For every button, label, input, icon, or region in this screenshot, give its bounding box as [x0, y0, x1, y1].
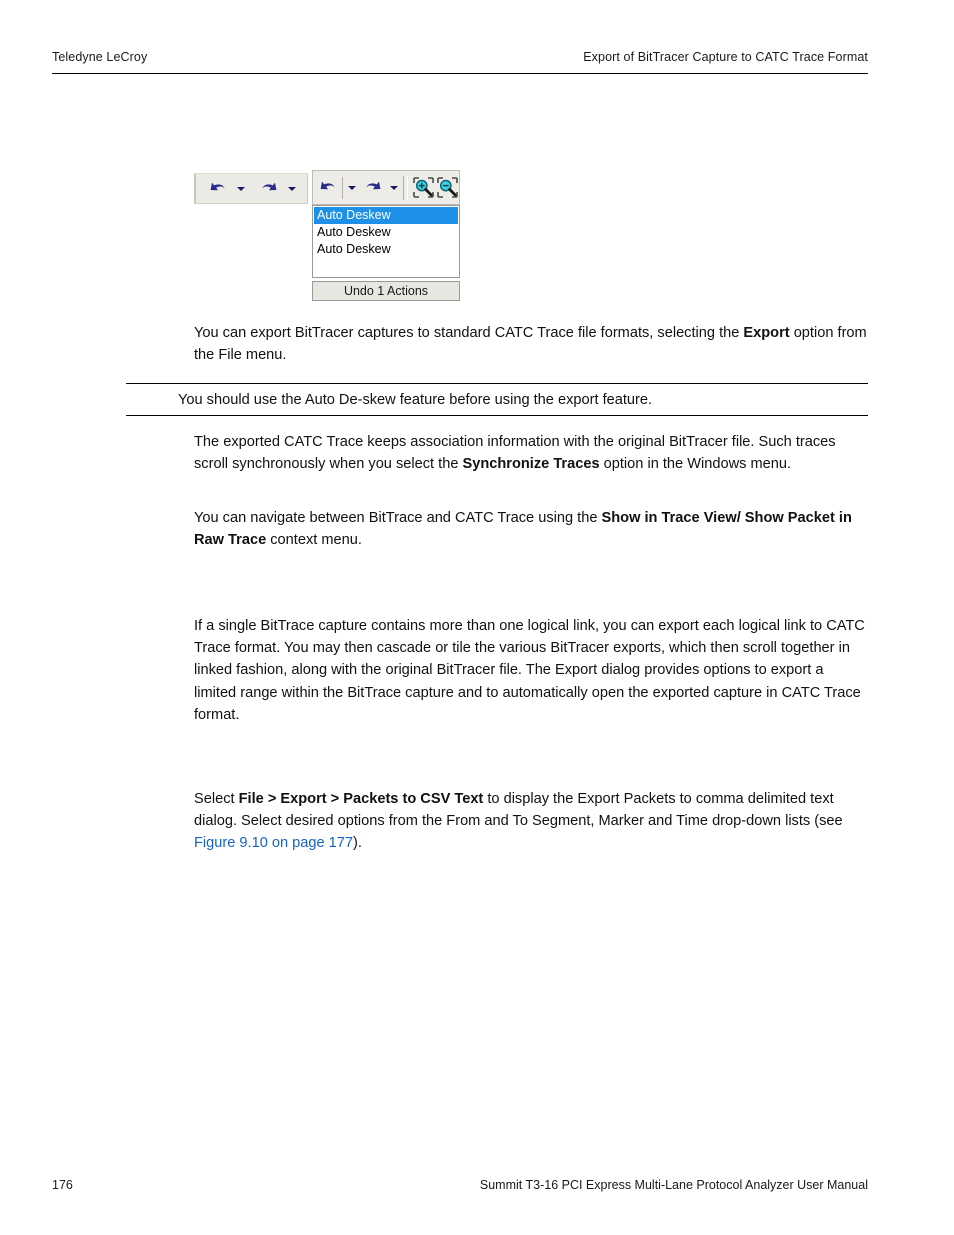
- p5-bold-menu-path: File > Export > Packets to CSV Text: [238, 791, 484, 807]
- p3-text-c: context menu.: [266, 532, 362, 549]
- toolbar-figure: Auto Deskew Auto Deskew Auto Deskew Undo…: [194, 170, 484, 310]
- redo-dropdown-button[interactable]: [285, 176, 298, 202]
- redo-button[interactable]: [257, 176, 281, 202]
- list-item[interactable]: Auto Deskew: [314, 224, 458, 241]
- undo-redo-zoom-toolbar: [312, 170, 460, 205]
- zoom-out-magnifier-icon: [436, 177, 458, 198]
- header-section-title: Export of BitTracer Capture to CATC Trac…: [583, 50, 868, 64]
- zoom-out-button[interactable]: [435, 175, 459, 201]
- page-running-footer: 176 Summit T3-16 PCI Express Multi-Lane …: [52, 1178, 868, 1192]
- paragraph-csv-export: Select File > Export > Packets to CSV Te…: [194, 788, 869, 855]
- paragraph-multiple-logical-links: If a single BitTrace capture contains mo…: [194, 615, 869, 726]
- header-company-name: Teledyne LeCroy: [52, 50, 148, 64]
- list-item[interactable]: Auto Deskew: [314, 241, 458, 258]
- footer-manual-title: Summit T3-16 PCI Express Multi-Lane Prot…: [479, 1178, 868, 1192]
- p1-bold-export: Export: [743, 325, 790, 341]
- undo-redo-toolbar-collapsed: [194, 173, 308, 204]
- redo-button-expanded[interactable]: [361, 175, 385, 201]
- undo-history-list[interactable]: Auto Deskew Auto Deskew Auto Deskew: [312, 205, 460, 278]
- zoom-in-button[interactable]: [411, 175, 435, 201]
- undo-history-dropdown: Auto Deskew Auto Deskew Auto Deskew Undo…: [312, 205, 460, 301]
- header-divider-rule: [52, 73, 868, 74]
- page-number: 176: [52, 1178, 73, 1192]
- undo-dropdown-button-expanded[interactable]: [345, 175, 358, 201]
- redo-dropdown-button-expanded[interactable]: [387, 175, 400, 201]
- undo-button-expanded[interactable]: [316, 175, 340, 201]
- chevron-down-icon: [347, 185, 356, 190]
- zoom-in-magnifier-icon: [412, 177, 434, 198]
- p2-text-c: option in the Windows menu.: [599, 456, 792, 473]
- p1-text-a: You can export BitTracer captures to sta…: [194, 325, 744, 341]
- toolbar-separator-double: [403, 175, 408, 200]
- chevron-down-icon: [389, 185, 398, 190]
- undo-arrow-icon: [210, 182, 225, 190]
- paragraph-navigate-traces: You can navigate between BitTrace and CA…: [194, 507, 869, 551]
- p5-text-a: Select: [194, 791, 239, 807]
- paragraph-export-intro: You can export BitTracer captures to sta…: [194, 322, 869, 366]
- p4-text: If a single BitTrace capture contains mo…: [194, 618, 865, 723]
- redo-arrow-icon: [262, 182, 277, 190]
- chevron-down-icon: [287, 186, 296, 191]
- page-running-header: Teledyne LeCroy Export of BitTracer Capt…: [52, 50, 868, 64]
- list-item[interactable]: Auto Deskew: [314, 207, 458, 224]
- undo-arrow-icon: [320, 181, 335, 189]
- undo-button[interactable]: [206, 176, 230, 202]
- redo-arrow-icon: [366, 181, 381, 189]
- note-bottom-rule: [126, 415, 868, 416]
- toolbar-separator: [342, 176, 343, 199]
- p3-text-a: You can navigate between BitTrace and CA…: [194, 510, 602, 526]
- note-text: You should use the Auto De-skew feature …: [178, 392, 653, 408]
- paragraph-association-info: The exported CATC Trace keeps associatio…: [194, 431, 869, 475]
- figure-cross-reference-link[interactable]: Figure 9.10 on page 177: [194, 835, 353, 851]
- note-callout: You should use the Auto De-skew feature …: [126, 383, 868, 416]
- p5-text-d: ).: [353, 835, 362, 852]
- undo-dropdown-button[interactable]: [234, 176, 247, 202]
- chevron-down-icon: [236, 186, 245, 191]
- p2-bold-synchronize-traces: Synchronize Traces: [462, 456, 600, 473]
- undo-actions-button[interactable]: Undo 1 Actions: [312, 281, 460, 301]
